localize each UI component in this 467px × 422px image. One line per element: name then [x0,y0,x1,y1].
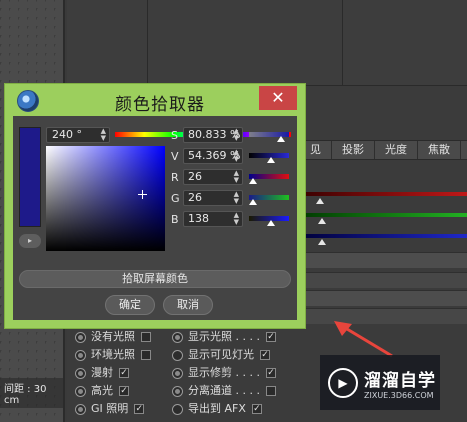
option-show-clipping[interactable]: 显示修剪 . . . . ✓ [172,364,276,382]
cancel-button[interactable]: 取消 [163,295,213,315]
channel-row-b: B 138 ▲ ▼ [171,211,295,229]
checkbox-checked[interactable]: ✓ [265,332,276,342]
option-export-to-afx[interactable]: 导出到 AFX ✓ [172,400,276,418]
top-panel [67,0,467,86]
radio-icon [75,367,86,379]
blue-slider-track[interactable] [300,234,467,238]
hue-input[interactable]: 240 ° ▲ ▼ [46,127,110,143]
radio-icon [172,331,183,343]
option-no-illumination[interactable]: 没有光照 [75,328,151,346]
channel-row-s: S 80.833 % ▲ ▼ [171,127,295,145]
light-options-left: 没有光照 环境光照 漫射 ✓ 高光 ✓ GI 照明 ✓ [75,328,151,418]
spinner-arrows-icon[interactable]: ▲ ▼ [234,128,239,142]
dialog-title: 颜色拾取器 [115,95,205,115]
tab-photometric[interactable]: 光度 [375,141,418,159]
spinner-arrows-icon[interactable]: ▲ ▼ [234,212,239,226]
channel-slider-knob[interactable] [266,157,275,163]
option-show-illumination[interactable]: 显示光照 . . . . ✓ [172,328,276,346]
play-logo-icon: ▶ [328,367,358,398]
option-diffuse[interactable]: 漫射 ✓ [75,364,151,382]
spinner-arrows-icon[interactable]: ▲ ▼ [234,149,239,163]
red-slider-knob[interactable] [316,198,324,204]
checkbox-checked[interactable]: ✓ [260,350,270,360]
attribute-tabs: 见 投影 光度 焦散 [300,140,467,160]
option-show-visible-light[interactable]: 显示可见灯光 ✓ [172,346,276,364]
channel-input-g[interactable]: 26 ▲ ▼ [183,190,243,206]
property-row [300,252,467,268]
option-ambient-illumination[interactable]: 环境光照 [75,346,151,364]
checkbox[interactable] [141,350,151,360]
checkbox-checked[interactable]: ✓ [134,404,145,414]
watermark: ▶ 溜溜自学 ZIXUE.3D66.COM [320,355,440,410]
channel-row-r: R 26 ▲ ▼ [171,169,295,187]
panel-divider [147,0,148,86]
checkbox[interactable] [265,386,276,396]
light-options-right: 显示光照 . . . . ✓ 显示可见灯光 ✓ 显示修剪 . . . . ✓ 分… [172,328,276,418]
channel-input-b[interactable]: 138 ▲ ▼ [183,211,243,227]
radio-icon [172,367,183,379]
watermark-url: ZIXUE.3D66.COM [364,390,434,400]
spinner-arrows-icon[interactable]: ▲ ▼ [234,170,239,184]
expand-icon[interactable]: ▸ [19,234,41,248]
radio-icon [75,403,86,415]
red-slider-track[interactable] [300,192,467,196]
pick-screen-color-button[interactable]: 拾取屏幕颜色 [19,270,291,288]
checkbox[interactable] [141,332,151,342]
checkbox-checked[interactable]: ✓ [119,368,129,378]
dialog-body: ▸ 240 ° ▲ ▼ S 80.833 % ▲ ▼ V 54.369 % ▲ ▼ R 26 ▲ ▼ G 2… [13,116,297,320]
watermark-title: 溜溜自学 [364,370,436,391]
option-gi-illumination[interactable]: GI 照明 ✓ [75,400,151,418]
option-specular[interactable]: 高光 ✓ [75,382,151,400]
checkbox-checked[interactable]: ✓ [251,404,262,414]
ok-button[interactable]: 确定 [105,295,155,315]
panel-divider [342,0,343,86]
radio-icon [75,349,86,361]
channel-slider-knob[interactable] [266,220,275,226]
property-row [300,272,467,288]
saturation-value-square[interactable] [46,146,165,251]
channel-input-r[interactable]: 26 ▲ ▼ [183,169,243,185]
radio-icon [75,331,86,343]
channel-input-v[interactable]: 54.369 % ▲ ▼ [183,148,243,164]
channel-slider-knob[interactable] [249,178,257,184]
color-picker-dialog: 颜色拾取器 ✕ ▸ 240 ° ▲ ▼ S 80.833 % ▲ ▼ V 54.369 % ▲… [4,83,306,329]
radio-icon [172,385,183,397]
checkbox-checked[interactable]: ✓ [119,386,129,396]
checkbox-checked[interactable]: ✓ [265,368,276,378]
radio-icon [172,349,183,361]
channel-label: S [171,129,178,142]
spinner-arrows-icon[interactable]: ▲ ▼ [234,191,239,205]
channel-row-v: V 54.369 % ▲ ▼ [171,148,295,166]
channel-row-g: G 26 ▲ ▼ [171,190,295,208]
channel-label: B [171,213,179,226]
spinner-arrows-icon[interactable]: ▲ ▼ [101,128,106,142]
channel-input-s[interactable]: 80.833 % ▲ ▼ [183,127,243,143]
option-separate-pass[interactable]: 分离通道 . . . . [172,382,276,400]
channel-slider-knob[interactable] [249,199,257,205]
channel-slider-knob[interactable] [277,136,286,142]
cinema4d-logo-icon [17,90,39,112]
channel-label: G [171,192,180,205]
close-button[interactable]: ✕ [259,86,297,110]
tab-shadow[interactable]: 投影 [332,141,375,159]
tab-caustics[interactable]: 焦散 [418,141,461,159]
green-slider-knob[interactable] [318,218,326,224]
radio-icon [75,385,86,397]
green-slider-track[interactable] [300,213,467,217]
property-row [300,290,467,306]
grid-spacing-label: 间距 : 30 cm [0,378,63,408]
channel-label: V [171,150,179,163]
blue-slider-knob[interactable] [318,239,326,245]
radio-icon [172,403,183,415]
crosshair-cursor-icon[interactable] [138,189,148,199]
current-color-swatch [19,127,41,227]
channel-label: R [171,171,179,184]
